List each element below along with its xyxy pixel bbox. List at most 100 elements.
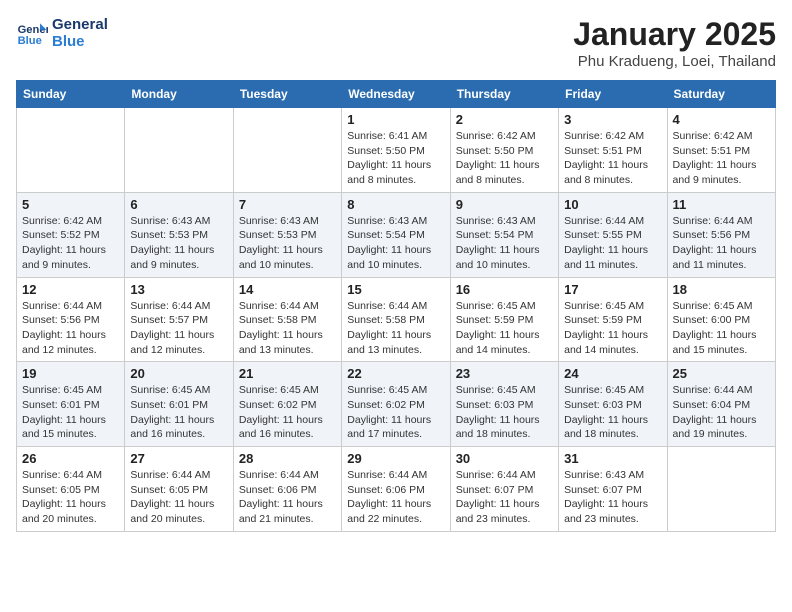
day-number: 25 — [673, 366, 770, 381]
day-info: Sunrise: 6:45 AMSunset: 6:02 PMDaylight:… — [347, 383, 444, 442]
day-info: Sunrise: 6:44 AMSunset: 6:06 PMDaylight:… — [239, 468, 336, 527]
day-cell: 26Sunrise: 6:44 AMSunset: 6:05 PMDayligh… — [17, 447, 125, 532]
day-cell: 13Sunrise: 6:44 AMSunset: 5:57 PMDayligh… — [125, 277, 233, 362]
day-number: 9 — [456, 197, 553, 212]
day-cell — [17, 108, 125, 193]
day-info: Sunrise: 6:45 AMSunset: 6:00 PMDaylight:… — [673, 299, 770, 358]
day-cell: 28 Sunrise: 6:44 AMSunset: 6:06 PMDayligh… — [233, 447, 341, 532]
day-cell — [233, 108, 341, 193]
day-cell: 20 Sunrise: 6:45 AMSunset: 6:01 PMDayligh… — [125, 362, 233, 447]
day-cell: 27Sunrise: 6:44 AMSunset: 6:05 PMDayligh… — [125, 447, 233, 532]
day-info: Sunrise: 6:45 AMSunset: 5:59 PMDaylight:… — [564, 299, 661, 358]
day-number: 23 — [456, 366, 553, 381]
day-info: Sunrise: 6:45 AMSunset: 6:02 PMDaylight:… — [239, 383, 336, 442]
day-info: Sunrise: 6:42 AMSunset: 5:50 PMDaylight:… — [456, 129, 553, 188]
svg-text:General: General — [18, 24, 48, 36]
logo: General Blue General Blue — [16, 16, 108, 51]
day-cell: 18Sunrise: 6:45 AMSunset: 6:00 PMDayligh… — [667, 277, 775, 362]
day-info: Sunrise: 6:44 AMSunset: 6:07 PMDaylight:… — [456, 468, 553, 527]
weekday-header-row: SundayMondayTuesdayWednesdayThursdayFrid… — [17, 81, 776, 108]
day-info: Sunrise: 6:45 AMSunset: 6:01 PMDaylight:… — [130, 383, 227, 442]
day-cell: 1Sunrise: 6:41 AMSunset: 5:50 PMDaylight… — [342, 108, 450, 193]
day-number: 19 — [22, 366, 119, 381]
page-header: General Blue General Blue January 2025 P… — [16, 16, 776, 70]
day-number: 26 — [22, 451, 119, 466]
day-cell: 6 Sunrise: 6:43 AMSunset: 5:53 PMDaylight… — [125, 192, 233, 277]
day-number: 16 — [456, 282, 553, 297]
weekday-wednesday: Wednesday — [342, 81, 450, 108]
day-number: 21 — [239, 366, 336, 381]
day-cell: 25 Sunrise: 6:44 AMSunset: 6:04 PMDayligh… — [667, 362, 775, 447]
day-info: Sunrise: 6:42 AMSunset: 5:51 PMDaylight:… — [564, 129, 661, 188]
day-number: 8 — [347, 197, 444, 212]
day-cell: 29Sunrise: 6:44 AMSunset: 6:06 PMDayligh… — [342, 447, 450, 532]
day-number: 13 — [130, 282, 227, 297]
day-info: Sunrise: 6:43 AMSunset: 5:54 PMDaylight:… — [347, 214, 444, 273]
week-row-5: 26Sunrise: 6:44 AMSunset: 6:05 PMDayligh… — [17, 447, 776, 532]
day-info: Sunrise: 6:44 AMSunset: 5:58 PMDaylight:… — [347, 299, 444, 358]
day-info: Sunrise: 6:45 AMSunset: 6:03 PMDaylight:… — [456, 383, 553, 442]
day-info: Sunrise: 6:44 AMSunset: 6:06 PMDaylight:… — [347, 468, 444, 527]
day-cell: 15 Sunrise: 6:44 AMSunset: 5:58 PMDayligh… — [342, 277, 450, 362]
day-cell: 7Sunrise: 6:43 AMSunset: 5:53 PMDaylight… — [233, 192, 341, 277]
day-number: 1 — [347, 112, 444, 127]
day-number: 11 — [673, 197, 770, 212]
day-info: Sunrise: 6:44 AMSunset: 5:56 PMDaylight:… — [673, 214, 770, 273]
day-info: Sunrise: 6:42 AMSunset: 5:52 PMDaylight:… — [22, 214, 119, 273]
day-cell: 2 Sunrise: 6:42 AMSunset: 5:50 PMDaylight… — [450, 108, 558, 193]
day-number: 2 — [456, 112, 553, 127]
day-cell: 31Sunrise: 6:43 AMSunset: 6:07 PMDayligh… — [559, 447, 667, 532]
day-number: 6 — [130, 197, 227, 212]
day-info: Sunrise: 6:45 AMSunset: 6:01 PMDaylight:… — [22, 383, 119, 442]
calendar-title: January 2025 — [573, 16, 776, 53]
logo-blue: Blue — [52, 33, 108, 50]
calendar-subtitle: Phu Kradueng, Loei, Thailand — [573, 53, 776, 70]
day-info: Sunrise: 6:45 AMSunset: 6:03 PMDaylight:… — [564, 383, 661, 442]
day-cell: 22 Sunrise: 6:45 AMSunset: 6:02 PMDayligh… — [342, 362, 450, 447]
day-cell: 5Sunrise: 6:42 AMSunset: 5:52 PMDaylight… — [17, 192, 125, 277]
day-cell: 8 Sunrise: 6:43 AMSunset: 5:54 PMDaylight… — [342, 192, 450, 277]
day-info: Sunrise: 6:45 AMSunset: 5:59 PMDaylight:… — [456, 299, 553, 358]
day-number: 14 — [239, 282, 336, 297]
day-info: Sunrise: 6:44 AMSunset: 5:55 PMDaylight:… — [564, 214, 661, 273]
week-row-1: 1Sunrise: 6:41 AMSunset: 5:50 PMDaylight… — [17, 108, 776, 193]
week-row-2: 5Sunrise: 6:42 AMSunset: 5:52 PMDaylight… — [17, 192, 776, 277]
weekday-saturday: Saturday — [667, 81, 775, 108]
day-info: Sunrise: 6:44 AMSunset: 5:58 PMDaylight:… — [239, 299, 336, 358]
weekday-monday: Monday — [125, 81, 233, 108]
day-number: 20 — [130, 366, 227, 381]
day-cell: 19 Sunrise: 6:45 AMSunset: 6:01 PMDayligh… — [17, 362, 125, 447]
day-number: 10 — [564, 197, 661, 212]
weekday-sunday: Sunday — [17, 81, 125, 108]
day-cell — [667, 447, 775, 532]
day-cell: 10 Sunrise: 6:44 AMSunset: 5:55 PMDayligh… — [559, 192, 667, 277]
logo-icon: General Blue — [16, 17, 48, 49]
day-cell: 21 Sunrise: 6:45 AMSunset: 6:02 PMDayligh… — [233, 362, 341, 447]
calendar-table: SundayMondayTuesdayWednesdayThursdayFrid… — [16, 80, 776, 532]
day-number: 17 — [564, 282, 661, 297]
week-row-3: 12Sunrise: 6:44 AMSunset: 5:56 PMDayligh… — [17, 277, 776, 362]
day-number: 12 — [22, 282, 119, 297]
day-cell: 3 Sunrise: 6:42 AMSunset: 5:51 PMDaylight… — [559, 108, 667, 193]
weekday-thursday: Thursday — [450, 81, 558, 108]
day-info: Sunrise: 6:44 AMSunset: 6:04 PMDaylight:… — [673, 383, 770, 442]
day-number: 28 — [239, 451, 336, 466]
day-number: 3 — [564, 112, 661, 127]
day-cell: 4Sunrise: 6:42 AMSunset: 5:51 PMDaylight… — [667, 108, 775, 193]
day-cell: 14 Sunrise: 6:44 AMSunset: 5:58 PMDayligh… — [233, 277, 341, 362]
day-number: 27 — [130, 451, 227, 466]
day-cell — [125, 108, 233, 193]
day-info: Sunrise: 6:43 AMSunset: 5:53 PMDaylight:… — [130, 214, 227, 273]
day-info: Sunrise: 6:43 AMSunset: 6:07 PMDaylight:… — [564, 468, 661, 527]
weekday-friday: Friday — [559, 81, 667, 108]
day-info: Sunrise: 6:42 AMSunset: 5:51 PMDaylight:… — [673, 129, 770, 188]
day-cell: 30Sunrise: 6:44 AMSunset: 6:07 PMDayligh… — [450, 447, 558, 532]
day-number: 22 — [347, 366, 444, 381]
weekday-tuesday: Tuesday — [233, 81, 341, 108]
day-number: 7 — [239, 197, 336, 212]
day-cell: 17 Sunrise: 6:45 AMSunset: 5:59 PMDayligh… — [559, 277, 667, 362]
day-cell: 23 Sunrise: 6:45 AMSunset: 6:03 PMDayligh… — [450, 362, 558, 447]
day-cell: 12Sunrise: 6:44 AMSunset: 5:56 PMDayligh… — [17, 277, 125, 362]
svg-text:Blue: Blue — [18, 35, 42, 47]
day-number: 15 — [347, 282, 444, 297]
